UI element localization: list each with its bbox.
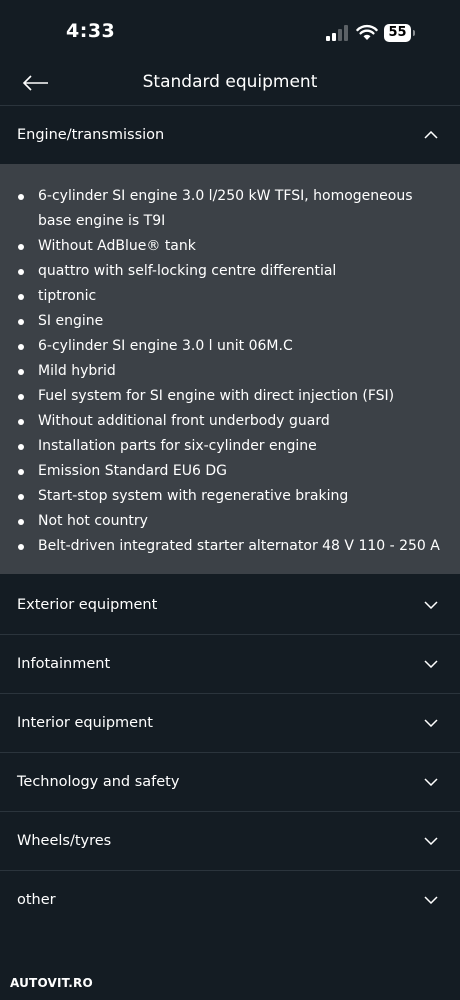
engine-transmission-panel: 6-cylinder SI engine 3.0 l/250 kW TFSI, … (0, 164, 460, 574)
chevron-down-icon (424, 777, 438, 786)
section-label: Interior equipment (17, 714, 153, 731)
feature-item: Belt-driven integrated starter alternato… (0, 534, 460, 559)
status-bar: 4:33 55 (0, 0, 460, 62)
battery-icon: 55 (384, 24, 416, 42)
section-exterior-equipment[interactable]: Exterior equipment (0, 575, 460, 634)
section-label: Infotainment (17, 655, 111, 672)
watermark-text: AUTOVIT.RO (10, 976, 93, 990)
feature-item: 6-cylinder SI engine 3.0 l unit 06M.C (0, 334, 460, 359)
section-other[interactable]: other (0, 870, 460, 929)
status-time: 4:33 (66, 20, 116, 42)
section-infotainment[interactable]: Infotainment (0, 634, 460, 693)
cellular-signal-icon (326, 25, 348, 41)
section-interior-equipment[interactable]: Interior equipment (0, 693, 460, 752)
feature-item: Without additional front underbody guard (0, 409, 460, 434)
section-label: other (17, 891, 56, 908)
section-engine-transmission[interactable]: Engine/transmission (0, 105, 460, 164)
feature-item: Installation parts for six-cylinder engi… (0, 434, 460, 459)
feature-item: tiptronic (0, 284, 460, 309)
battery-cap (413, 30, 415, 36)
header: Standard equipment (0, 62, 460, 105)
feature-item: SI engine (0, 309, 460, 334)
section-label: Wheels/tyres (17, 832, 112, 849)
chevron-up-icon (424, 130, 438, 139)
chevron-down-icon (424, 836, 438, 845)
chevron-down-icon (424, 895, 438, 904)
chevron-down-icon (424, 600, 438, 609)
feature-list: 6-cylinder SI engine 3.0 l/250 kW TFSI, … (0, 184, 460, 559)
feature-item: Mild hybrid (0, 359, 460, 384)
feature-item: Emission Standard EU6 DG (0, 459, 460, 484)
feature-item: quattro with self-locking centre differe… (0, 259, 460, 284)
chevron-down-icon (424, 718, 438, 727)
section-wheels-tyres[interactable]: Wheels/tyres (0, 811, 460, 870)
feature-item: Without AdBlue® tank (0, 234, 460, 259)
section-label: Technology and safety (17, 773, 180, 790)
feature-item: Fuel system for SI engine with direct in… (0, 384, 460, 409)
page-title: Standard equipment (142, 72, 318, 92)
section-label: Exterior equipment (17, 596, 158, 613)
section-label: Engine/transmission (17, 126, 165, 143)
feature-item: 6-cylinder SI engine 3.0 l/250 kW TFSI, … (0, 184, 460, 234)
section-technology-and-safety[interactable]: Technology and safety (0, 752, 460, 811)
wifi-icon (356, 24, 378, 40)
chevron-down-icon (424, 659, 438, 668)
battery-level: 55 (384, 24, 411, 42)
feature-item: Not hot country (0, 509, 460, 534)
feature-item: Start-stop system with regenerative brak… (0, 484, 460, 509)
autovit-watermark: AUTOVIT.RO (10, 976, 93, 996)
